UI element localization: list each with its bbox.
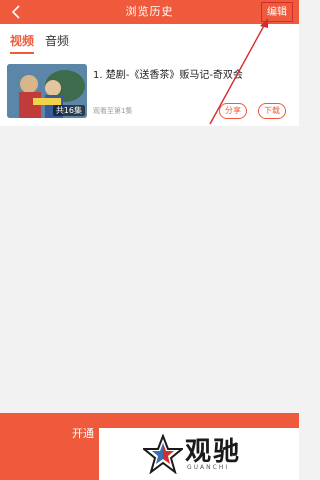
watch-progress: 观看至第1集 — [93, 107, 133, 115]
header-bar: 浏览历史 编辑 — [0, 0, 299, 24]
share-button[interactable]: 分享 — [219, 103, 247, 119]
edit-button[interactable]: 编辑 — [261, 2, 293, 22]
video-title: 1. 楚剧-《送香茶》贩马记-奇双会 — [93, 70, 243, 81]
episodes-badge: 共16集 — [52, 105, 85, 116]
tab-audio[interactable]: 音频 — [45, 32, 69, 49]
download-button[interactable]: 下载 — [258, 103, 286, 119]
tab-bar: 视频 音频 — [0, 24, 299, 58]
open-membership-button[interactable]: 开通 — [72, 425, 94, 441]
tab-video[interactable]: 视频 — [10, 32, 34, 49]
watermark-text: 观驰 — [185, 437, 242, 467]
watermark-subtext: GUANCHI — [187, 464, 230, 471]
history-item[interactable]: 共16集 1. 楚剧-《送香茶》贩马记-奇双会 观看至第1集 分享 下载 — [0, 58, 299, 126]
page-title: 浏览历史 — [125, 5, 174, 18]
active-tab-indicator — [10, 52, 34, 54]
video-thumbnail[interactable]: 共16集 — [7, 64, 87, 118]
star-logo-icon — [143, 434, 183, 474]
watermark-logo: 观驰 GUANCHI — [99, 428, 299, 480]
